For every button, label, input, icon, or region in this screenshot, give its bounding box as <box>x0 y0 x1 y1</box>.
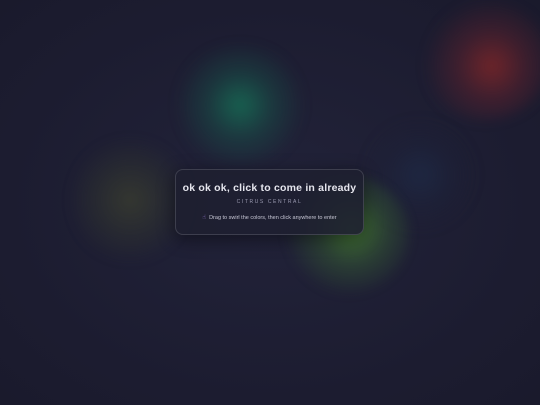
card-hint-text: Drag to swirl the colors, then click any… <box>209 215 337 221</box>
navy-color-blob <box>360 120 480 230</box>
card-hint: ☝ Drag to swirl the colors, then click an… <box>176 214 363 221</box>
teal-color-blob <box>170 45 310 165</box>
enter-card[interactable]: ok ok ok, click to come in already CITRU… <box>175 169 364 235</box>
pointing-hand-icon: ☝ <box>202 215 207 221</box>
card-subtitle: CITRUS CENTRAL <box>236 199 303 205</box>
card-title: ok ok ok, click to come in already <box>182 182 357 194</box>
swirl-canvas[interactable]: ok ok ok, click to come in already CITRU… <box>0 0 540 405</box>
red-color-blob <box>420 0 540 120</box>
olive-color-blob <box>70 135 190 265</box>
